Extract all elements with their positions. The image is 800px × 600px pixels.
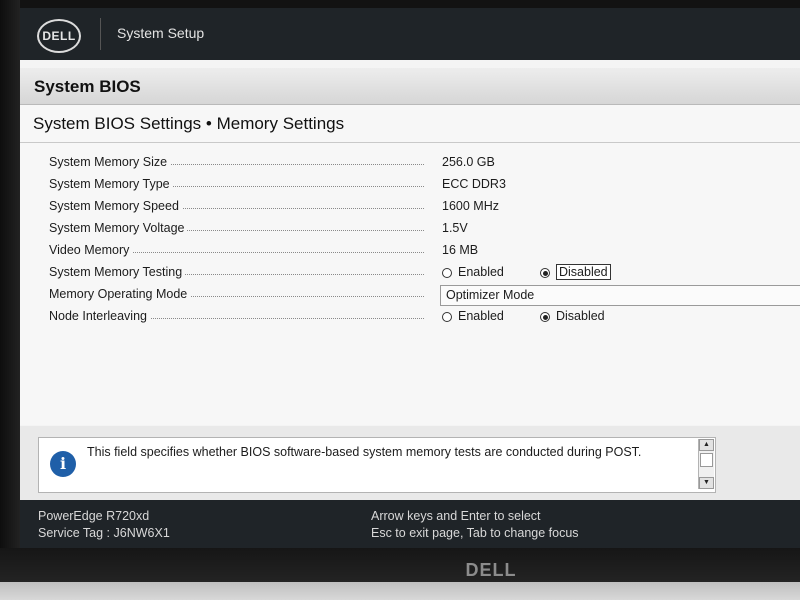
header-divider [100, 18, 101, 50]
key-hint-select: Arrow keys and Enter to select [371, 509, 541, 523]
radio-label-focused: Disabled [556, 264, 611, 280]
scroll-up-icon[interactable]: ▲ [699, 439, 714, 451]
model-name: PowerEdge R720xd [38, 509, 150, 523]
help-scrollbar[interactable]: ▲ ▼ [698, 439, 714, 489]
app-title: System Setup [117, 25, 205, 41]
radio-label: Enabled [458, 265, 504, 279]
title-divider [20, 142, 800, 143]
settings-panel: System BIOS Settings • Memory Settings S… [20, 105, 800, 425]
monitor-bezel-top [0, 0, 800, 8]
key-hints: Arrow keys and Enter to select Esc to ex… [371, 508, 579, 542]
radio-unchecked-icon [442, 312, 452, 322]
dropdown-value: Optimizer Mode [446, 288, 535, 302]
setting-row-memory-type[interactable]: System Memory Type ECC DDR3 [20, 175, 800, 195]
operating-mode-dropdown[interactable]: Optimizer Mode [440, 285, 800, 306]
monitor-brand-logo: DELL [465, 560, 517, 580]
system-info: PowerEdge R720xd Service Tag : J6NW6X1 [38, 508, 170, 542]
setting-row-memory-size[interactable]: System Memory Size 256.0 GB [20, 153, 800, 173]
setting-value: ECC DDR3 [442, 177, 506, 191]
setting-label: System Memory Voltage [49, 221, 188, 235]
radio-checked-icon [540, 312, 550, 322]
monitor-bezel-left [0, 0, 20, 560]
help-text: This field specifies whether BIOS softwa… [87, 445, 642, 459]
setting-label: System Memory Speed [49, 199, 182, 213]
setting-label: Video Memory [49, 243, 133, 257]
setting-value: 1.5V [442, 221, 468, 235]
setting-value: 256.0 GB [442, 155, 495, 169]
setting-row-video-memory[interactable]: Video Memory 16 MB [20, 241, 800, 261]
setting-label: System Memory Testing [49, 265, 186, 279]
dell-logo: DELL [37, 19, 81, 53]
info-icon: i [50, 451, 76, 477]
screen: DELL System Setup System BIOS System BIO… [20, 8, 800, 548]
setting-row-node-interleaving[interactable]: Node Interleaving Enabled Disabled [20, 307, 800, 327]
setting-label: Memory Operating Mode [49, 287, 191, 301]
setting-label: System Memory Type [49, 177, 173, 191]
setting-row-operating-mode[interactable]: Memory Operating Mode Optimizer Mode [20, 285, 800, 306]
key-hint-exit: Esc to exit page, Tab to change focus [371, 526, 579, 540]
scroll-down-icon[interactable]: ▼ [699, 477, 714, 489]
setting-row-memory-speed[interactable]: System Memory Speed 1600 MHz [20, 197, 800, 217]
scroll-thumb[interactable] [700, 453, 713, 467]
setting-label: Node Interleaving [49, 309, 150, 323]
radio-label: Enabled [458, 309, 504, 323]
service-tag: Service Tag : J6NW6X1 [38, 526, 170, 540]
desk-surface [0, 582, 800, 600]
section-title: System BIOS [34, 77, 141, 96]
section-titlebar: System BIOS [20, 68, 800, 105]
setting-row-memory-testing[interactable]: System Memory Testing Enabled Disabled [20, 263, 800, 283]
setting-label: System Memory Size [49, 155, 171, 169]
header-bar: DELL System Setup [20, 8, 800, 60]
radio-checked-icon [540, 268, 550, 278]
radio-label: Disabled [556, 309, 605, 323]
help-box: i This field specifies whether BIOS soft… [38, 437, 716, 493]
help-area: i This field specifies whether BIOS soft… [20, 426, 800, 500]
page-title: System BIOS Settings • Memory Settings [33, 114, 345, 133]
setting-value: 16 MB [442, 243, 479, 257]
setting-row-memory-voltage[interactable]: System Memory Voltage 1.5V [20, 219, 800, 239]
radio-unchecked-icon [442, 268, 452, 278]
status-bar: PowerEdge R720xd Service Tag : J6NW6X1 A… [20, 500, 800, 548]
setting-value: 1600 MHz [442, 199, 499, 213]
